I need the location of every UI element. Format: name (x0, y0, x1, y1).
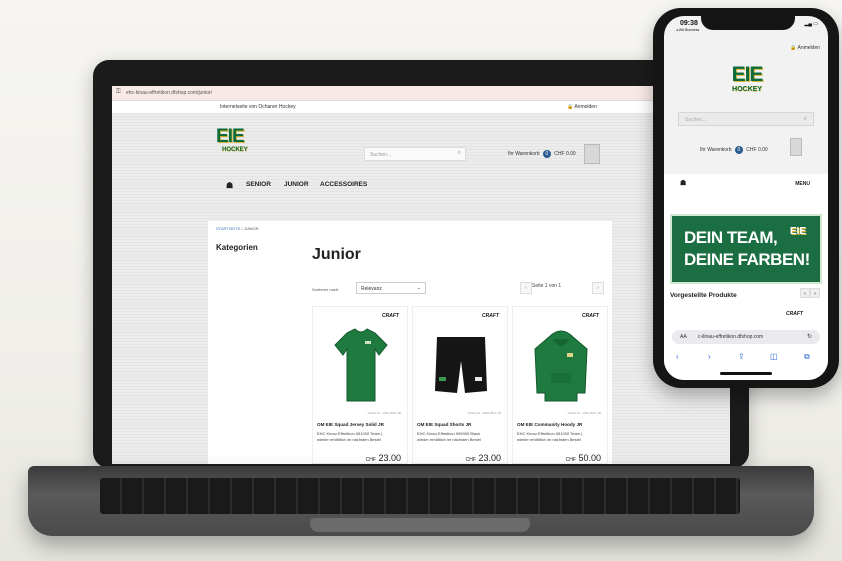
nav-junior[interactable]: JUNIOR (284, 181, 309, 188)
article-number: Artikel-Nr.: 1909 0013 JR (467, 411, 501, 415)
share-icon[interactable]: ⇪ (738, 352, 745, 361)
phone-search-input[interactable]: Suchen... ⌕ (678, 112, 814, 126)
back-icon[interactable]: ‹ (676, 352, 679, 361)
sidebar-title: Kategorien (216, 243, 258, 252)
menu-button[interactable]: MENU (795, 181, 810, 187)
product-price: CHF 50.00 (565, 453, 601, 463)
cart-count-badge: 0 (542, 150, 551, 158)
laptop-trackpad (310, 518, 530, 532)
signal-battery-icon: ▂▄ ▭ (804, 21, 818, 27)
search-input[interactable]: Suchen... ⌕ (364, 147, 466, 161)
featured-products-title: Vorgestellte Produkte (670, 292, 737, 299)
main-navigation: ☗ SENIOR JUNIOR ACCESSOIRES (212, 179, 612, 193)
article-number: Artikel-Nr.: 1909 0001 JR (367, 411, 401, 415)
product-name[interactable]: OM EIE Community Hoody JR (517, 422, 607, 427)
safari-toolbar: ‹ › ⇪ ◫ ⧉ (664, 352, 828, 366)
hoody-image[interactable] (531, 327, 591, 407)
carousel-arrows: ‹ › (800, 288, 824, 298)
home-icon[interactable]: ☗ (680, 179, 686, 187)
search-icon[interactable]: ⌕ (458, 150, 461, 157)
search-icon[interactable]: ⌕ (804, 116, 807, 123)
banner-logo: EIE (789, 226, 806, 237)
browser-address-bar[interactable]: ⚿ ehc-kinau-effretikon.dfshop.com/junior… (112, 86, 730, 101)
phone-login-link[interactable]: 🔒 Anmelden (790, 45, 820, 51)
phone-cart-summary[interactable]: Ihr Warenkorb 0 CHF 0.00 (700, 146, 768, 154)
promo-banner[interactable]: DEIN TEAM, DEINE FARBEN! EIE (670, 214, 822, 284)
shopping-bag-icon[interactable] (584, 144, 600, 164)
reader-aa-button[interactable]: AA (680, 334, 687, 340)
brand-logo: CRAFT (786, 311, 803, 317)
product-card[interactable]: CRAFT Artikel-Nr.: 1909 0001 JR OM EIE S… (312, 306, 408, 464)
laptop-screen: ⚿ ehc-kinau-effretikon.dfshop.com/junior… (112, 86, 730, 464)
forward-icon[interactable]: › (708, 352, 711, 361)
shop-page: Internetseite von Ochaner Hockey 🔒 Anmel… (112, 101, 730, 464)
phone-site-logo[interactable]: EIE HOCKEY (722, 64, 772, 94)
product-price: CHF 23.00 (465, 453, 501, 463)
nav-accessoires[interactable]: ACCESSOIRES (320, 181, 367, 188)
brand-logo: CRAFT (482, 313, 499, 319)
phone-screen: 09:38 ◂ WA Business ▂▄ ▭ 🔒 Anmelden EIE … (664, 16, 828, 380)
safari-address-bar[interactable]: AA c-ilinau-effretikon.dfshop.com ↻ (672, 330, 820, 344)
product-card[interactable]: CRAFT Artikel-Nr.: 1909 0021 JR OM EIE C… (512, 306, 608, 464)
lock-icon: ⚿ (116, 89, 121, 95)
url-text[interactable]: ehc-kinau-effretikon.dfshop.com/junior/ (126, 90, 212, 96)
next-page-button[interactable]: › (592, 282, 604, 294)
sort-select[interactable]: Relevanz ⌄ (356, 282, 426, 294)
status-time: 09:38 (680, 20, 698, 27)
article-number: Artikel-Nr.: 1909 0021 JR (567, 411, 601, 415)
carousel-prev-button[interactable]: ‹ (800, 288, 810, 298)
sort-label: Sortieren nach: (312, 287, 340, 292)
shopping-bag-icon[interactable] (790, 138, 802, 156)
product-desc: EHC Kinau Effretikon 651000 Team (wieder… (517, 431, 583, 442)
brand-logo: CRAFT (382, 313, 399, 319)
phone-nav-bar: ☗ MENU (664, 174, 828, 194)
nav-senior[interactable]: SENIOR (246, 181, 271, 188)
product-price: CHF 23.00 (365, 453, 401, 463)
page-title: Junior (312, 246, 361, 263)
brand-logo: CRAFT (582, 313, 599, 319)
product-card[interactable]: CRAFT Artikel-Nr.: 1909 0013 JR OM EIE S… (412, 306, 508, 464)
jersey-image[interactable] (331, 327, 391, 407)
cart-count-badge: 0 (734, 146, 743, 154)
product-name[interactable]: OM EIE Squad Jersey Solid JR (317, 422, 407, 427)
reload-icon[interactable]: ↻ (807, 333, 812, 340)
product-desc: EHC Kinau Effretikon 651000 Team (wieder… (317, 431, 383, 442)
breadcrumb-home[interactable]: STARTSEITE (216, 226, 240, 231)
shorts-image[interactable] (431, 327, 491, 407)
login-link[interactable]: 🔒 Anmelden (567, 104, 597, 110)
site-tagline: Internetseite von Ochaner Hockey (220, 104, 296, 110)
top-info-bar: Internetseite von Ochaner Hockey 🔒 Anmel… (112, 101, 730, 113)
home-indicator (720, 372, 772, 375)
pagination-text: Seite 1 von 1 (532, 283, 562, 289)
bookmarks-icon[interactable]: ◫ (770, 352, 778, 361)
product-name[interactable]: OM EIE Squad Shorts JR (417, 422, 507, 427)
status-back-app[interactable]: ◂ WA Business (676, 28, 699, 32)
carousel-next-button[interactable]: › (810, 288, 820, 298)
url-text[interactable]: c-ilinau-effretikon.dfshop.com (698, 334, 763, 340)
home-icon[interactable]: ☗ (226, 181, 233, 190)
laptop-keyboard (100, 478, 740, 514)
site-logo[interactable]: EIE HOCKEY (216, 127, 260, 161)
chevron-down-icon: ⌄ (416, 285, 421, 291)
content-panel: STARTSEITE / JUNIOR Kategorien Junior So… (208, 221, 612, 464)
cart-summary[interactable]: Ihr Warenkorb 0 CHF 0.00 (508, 150, 576, 158)
product-desc: EHC Kinau Effretikon 999000 Black wieder … (417, 431, 481, 442)
breadcrumb-current: JUNIOR (243, 226, 259, 231)
phone-notch (701, 12, 795, 30)
prev-page-button[interactable]: ‹ (520, 282, 532, 294)
tabs-icon[interactable]: ⧉ (804, 352, 810, 362)
breadcrumb: STARTSEITE / JUNIOR (216, 226, 259, 231)
